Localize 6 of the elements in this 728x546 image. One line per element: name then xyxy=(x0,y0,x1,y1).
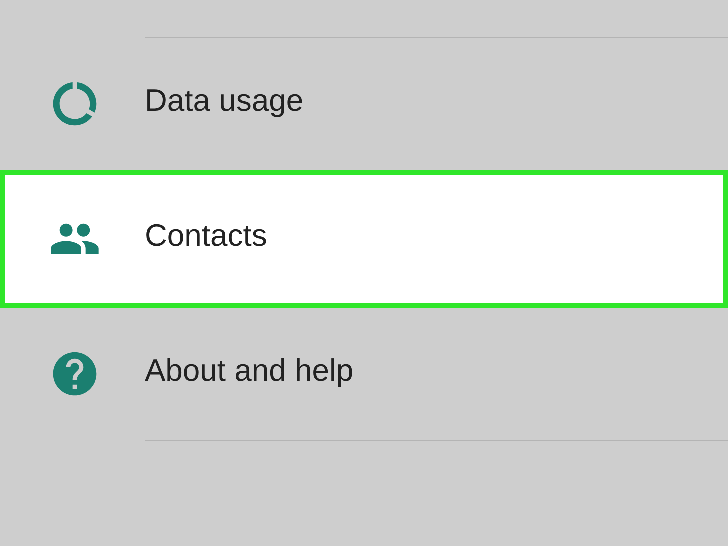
item-label: Data usage xyxy=(145,83,304,120)
settings-item[interactable]: Contacts xyxy=(0,170,728,308)
settings-item[interactable]: About and help xyxy=(0,308,728,440)
item-label: About and help xyxy=(145,353,354,390)
settings-item[interactable]: Data usage xyxy=(0,38,728,170)
item-label: Contacts xyxy=(145,218,268,255)
